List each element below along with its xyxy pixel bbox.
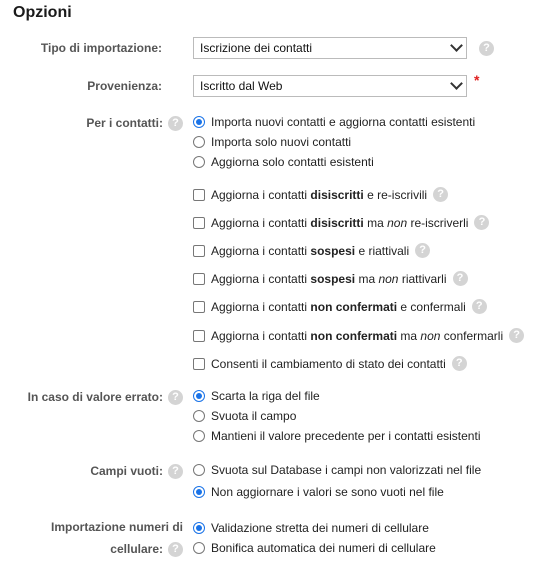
- valore-errato-label: In caso di valore errato:: [27, 390, 163, 404]
- help-icon[interactable]: ?: [433, 187, 449, 203]
- help-icon[interactable]: ?: [168, 464, 183, 479]
- campi-vuoti-radio-0[interactable]: Svuota sul Database i campi non valorizz…: [193, 462, 481, 478]
- help-icon[interactable]: ?: [168, 390, 183, 405]
- checkbox-non-confermati-non-confermare[interactable]: Aggiorna i contatti non confermati ma no…: [193, 328, 525, 344]
- help-icon[interactable]: ?: [452, 271, 468, 287]
- checkbox[interactable]: [193, 300, 205, 313]
- checkbox[interactable]: [193, 216, 205, 229]
- section-title: Opzioni: [13, 4, 72, 21]
- cellulare-radio-1[interactable]: Bonifica automatica dei numeri di cellul…: [193, 540, 436, 556]
- campi-vuoti-label: Campi vuoti:: [90, 464, 163, 478]
- radio-button[interactable]: [193, 135, 205, 148]
- checkbox-sospesi-non-riattivare[interactable]: Aggiorna i contatti sospesi ma non riatt…: [193, 271, 468, 287]
- provenienza-select[interactable]: Iscritto dal Web: [193, 75, 467, 97]
- per-contatti-label: Per i contatti:: [86, 116, 163, 130]
- checkbox[interactable]: [193, 272, 205, 285]
- checkbox[interactable]: [193, 244, 205, 257]
- checkbox-disiscritti-non-reiscrivere[interactable]: Aggiorna i contatti disiscritti ma non r…: [193, 215, 490, 231]
- checkbox[interactable]: [193, 188, 205, 201]
- help-icon[interactable]: ?: [479, 41, 494, 56]
- checkbox-disiscritti-reiscrivi[interactable]: Aggiorna i contatti disiscritti e re-isc…: [193, 187, 449, 203]
- provenienza-label: Provenienza:: [87, 79, 162, 93]
- per-contatti-radio-1[interactable]: Importa solo nuovi contatti: [193, 134, 351, 150]
- checkbox[interactable]: [193, 329, 205, 342]
- radio-button[interactable]: [193, 541, 205, 554]
- provenienza-value: Iscritto dal Web: [200, 79, 283, 93]
- radio-button[interactable]: [193, 409, 205, 422]
- chevron-down-icon: [450, 39, 463, 52]
- per-contatti-radio-0[interactable]: Importa nuovi contatti e aggiorna contat…: [193, 114, 475, 130]
- radio-button[interactable]: [193, 155, 205, 168]
- valore-errato-radio-2[interactable]: Mantieni il valore precedente per i cont…: [193, 428, 480, 444]
- help-icon[interactable]: ?: [451, 356, 467, 372]
- help-icon[interactable]: ?: [415, 243, 431, 259]
- checkbox[interactable]: [193, 357, 205, 370]
- valore-errato-radio-0[interactable]: Scarta la riga del file: [193, 388, 320, 404]
- per-contatti-radio-2[interactable]: Aggiorna solo contatti esistenti: [193, 154, 374, 170]
- tipo-importazione-select[interactable]: Iscrizione dei contatti: [193, 37, 467, 59]
- radio-button[interactable]: [193, 521, 205, 534]
- valore-errato-radio-1[interactable]: Svuota il campo: [193, 408, 296, 424]
- radio-button[interactable]: [193, 429, 205, 442]
- tipo-importazione-label: Tipo di importazione:: [40, 41, 162, 55]
- cellulare-label-line2: cellulare:: [110, 542, 163, 556]
- radio-button[interactable]: [193, 115, 205, 128]
- cellulare-label-line1: Importazione numeri di: [50, 520, 183, 534]
- help-icon[interactable]: ?: [474, 215, 490, 231]
- checkbox-non-confermati-conferma[interactable]: Aggiorna i contatti non confermati e con…: [193, 299, 487, 315]
- radio-button[interactable]: [193, 389, 205, 402]
- cellulare-radio-0[interactable]: Validazione stretta dei numeri di cellul…: [193, 520, 429, 536]
- required-marker: *: [474, 72, 480, 88]
- help-icon[interactable]: ?: [168, 116, 183, 131]
- chevron-down-icon: [450, 77, 463, 90]
- radio-button[interactable]: [193, 463, 205, 476]
- help-icon[interactable]: ?: [471, 299, 487, 315]
- campi-vuoti-radio-1[interactable]: Non aggiornare i valori se sono vuoti ne…: [193, 484, 444, 500]
- help-icon[interactable]: ?: [168, 542, 183, 557]
- checkbox-sospesi-riattiva[interactable]: Aggiorna i contatti sospesi e riattivali…: [193, 243, 431, 259]
- radio-button[interactable]: [193, 485, 205, 498]
- checkbox-cambiamento-stato[interactable]: Consenti il cambiamento di stato dei con…: [193, 356, 467, 372]
- tipo-importazione-value: Iscrizione dei contatti: [200, 41, 313, 55]
- help-icon[interactable]: ?: [509, 328, 525, 344]
